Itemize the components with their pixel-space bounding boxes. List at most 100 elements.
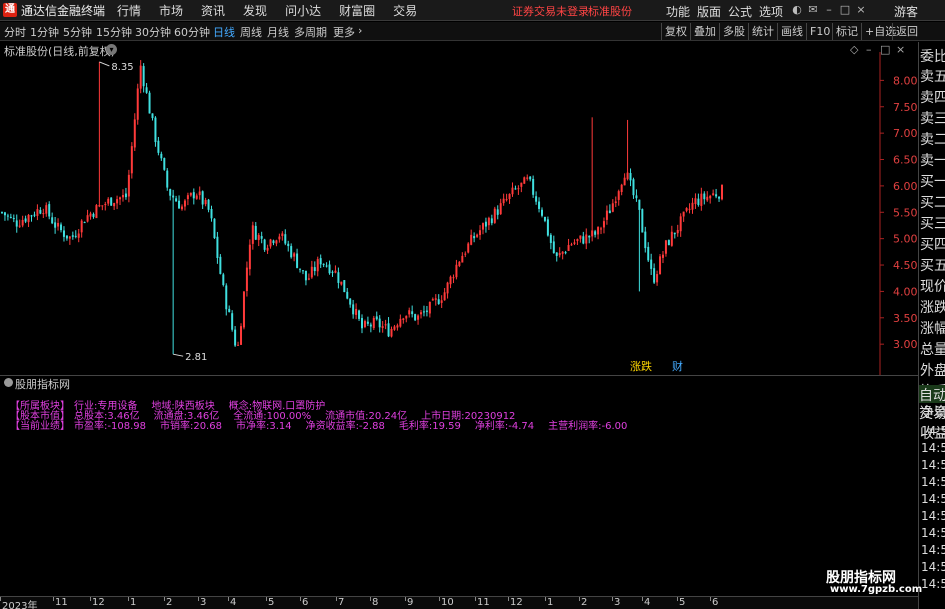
candle-body (9, 216, 12, 218)
menu-discover[interactable]: 发现 (243, 2, 267, 19)
sidebar-item-ask5[interactable]: 卖五 (920, 66, 945, 86)
tab-15min[interactable]: 15分钟 (96, 24, 132, 40)
candle-body (614, 201, 617, 204)
tab-more[interactable]: 更多 (333, 24, 355, 40)
indicator-settings-icon[interactable] (4, 378, 13, 387)
candle-body (363, 321, 366, 328)
menu-ask[interactable]: 问小达 (285, 2, 321, 19)
candle-body (420, 312, 423, 315)
chevron-right-icon[interactable]: › (358, 24, 362, 37)
candle-body (369, 324, 372, 327)
tab-60min[interactable]: 60分钟 (174, 24, 210, 40)
candle-body (608, 210, 611, 214)
rise-fall-badge[interactable]: 涨跌 (630, 359, 652, 373)
tab-trade[interactable]: 交易 (919, 403, 945, 423)
stats-button[interactable]: 统计 (748, 23, 777, 40)
sidebar-item-ask1[interactable]: 卖一 (920, 150, 945, 170)
candle-body (195, 195, 198, 199)
sidebar-item-ask2[interactable]: 卖二 (920, 129, 945, 149)
low-marker-line (173, 353, 184, 357)
menu-trade[interactable]: 交易 (393, 2, 417, 19)
tab-5min[interactable]: 5分钟 (63, 24, 92, 40)
back-button[interactable]: 返回 (892, 23, 921, 40)
candle-body (644, 231, 647, 249)
candle-body (393, 326, 396, 330)
candle-body (27, 214, 30, 223)
low-price-label: 2.81 (185, 352, 207, 363)
candle-body (207, 199, 210, 210)
candle-body (213, 218, 216, 239)
candle-body (192, 192, 195, 199)
tab-30min[interactable]: 30分钟 (135, 24, 171, 40)
sidebar-item-ask4[interactable]: 卖四 (920, 87, 945, 107)
overlay-button[interactable]: 叠加 (690, 23, 719, 40)
candle-body (523, 177, 526, 184)
menu-news[interactable]: 资讯 (201, 2, 225, 19)
date-axis[interactable]: 2023年 11 12 1 2 3 4 5 6 7 8 9 10 11 12 1 2 3 4 5 6 (0, 596, 918, 609)
finance-badge[interactable]: 财 (672, 359, 683, 373)
tab-weekly[interactable]: 周线 (240, 24, 262, 40)
menu-layout[interactable]: 版面 (697, 3, 721, 20)
date-axis-label: 4 (644, 597, 651, 608)
chart-minimize-icon[interactable]: – (866, 43, 872, 56)
tab-auto[interactable]: 自动 (919, 385, 945, 403)
candle-body (328, 264, 331, 274)
minimize-icon[interactable]: – (822, 2, 836, 18)
sidebar-item-price[interactable]: 现价 (920, 276, 945, 296)
menu-wealth[interactable]: 财富圈 (339, 2, 375, 19)
menu-market[interactable]: 市场 (159, 2, 183, 19)
candle-body (352, 304, 355, 315)
diamond-icon[interactable]: ◇ (850, 43, 858, 56)
menu-options[interactable]: 选项 (759, 3, 783, 20)
mark-button[interactable]: 标记 (832, 23, 861, 40)
tab-monthly[interactable]: 月线 (267, 24, 289, 40)
tab-multi-period[interactable]: 多周期 (294, 24, 327, 40)
candle-body (116, 199, 119, 204)
candle-body (15, 220, 18, 227)
tab-intraday[interactable]: 分时 (4, 24, 26, 40)
chart-close-icon[interactable]: × (896, 43, 905, 56)
menu-quotes[interactable]: 行情 (117, 2, 141, 19)
candle-body (691, 202, 694, 210)
sidebar-item-outer[interactable]: 外盘 (920, 360, 945, 380)
sidebar-item-bid1[interactable]: 买一 (920, 171, 945, 191)
sidebar-item-bid5[interactable]: 买五 (920, 255, 945, 275)
sidebar-item-change[interactable]: 涨跌 (920, 297, 945, 317)
tab-daily[interactable]: 日线 (213, 24, 235, 40)
chart-settings-icon[interactable]: ▾ (106, 44, 117, 55)
candle-body (242, 291, 245, 328)
candle-body (700, 193, 703, 206)
menu-formula[interactable]: 公式 (728, 3, 752, 20)
multi-stock-button[interactable]: 多股 (719, 23, 748, 40)
login-status[interactable]: 证券交易未登录 (512, 3, 589, 19)
sidebar-item-ask3[interactable]: 卖三 (920, 108, 945, 128)
maximize-icon[interactable]: □ (838, 2, 852, 18)
skin-icon[interactable]: ◐ (790, 2, 804, 18)
sidebar-item-bid2[interactable]: 买二 (920, 192, 945, 212)
tab-1min[interactable]: 1分钟 (30, 24, 59, 40)
date-axis-tick (164, 597, 165, 601)
draw-line-button[interactable]: 画线 (777, 23, 806, 40)
menu-function[interactable]: 功能 (666, 3, 690, 20)
sidebar-item-bid-ratio[interactable]: 委比 (920, 46, 945, 66)
candle-body (597, 227, 600, 235)
sidebar-item-bid4[interactable]: 买四 (920, 234, 945, 254)
adjust-button[interactable]: 复权 (661, 23, 690, 40)
trade-tick-list[interactable]: 14:5 14:5 14:5 14:5 14:5 14:5 14:5 14:5 … (918, 422, 945, 596)
sidebar-item-bid3[interactable]: 买三 (920, 213, 945, 233)
tick-time: 14:5 (921, 458, 945, 472)
sidebar-item-volume[interactable]: 总量 (920, 339, 945, 359)
price-tick-label: 4.00 (893, 285, 918, 298)
f10-button[interactable]: F10 (806, 23, 833, 40)
candle-body (408, 310, 411, 315)
candle-body (245, 267, 248, 292)
sidebar-item-change-pct[interactable]: 涨幅 (920, 318, 945, 338)
candle-body (36, 209, 39, 216)
message-icon[interactable]: ✉ (806, 2, 820, 18)
candle-body (585, 234, 588, 244)
candle-body (1, 212, 3, 214)
close-icon[interactable]: × (854, 2, 868, 18)
kline-chart[interactable]: 8.00 7.50 7.00 6.50 6.00 5.50 5.00 4.50 4.00 3.50… (0, 42, 918, 375)
guest-label[interactable]: 游客 (894, 3, 918, 20)
chart-maximize-icon[interactable]: □ (880, 43, 890, 56)
